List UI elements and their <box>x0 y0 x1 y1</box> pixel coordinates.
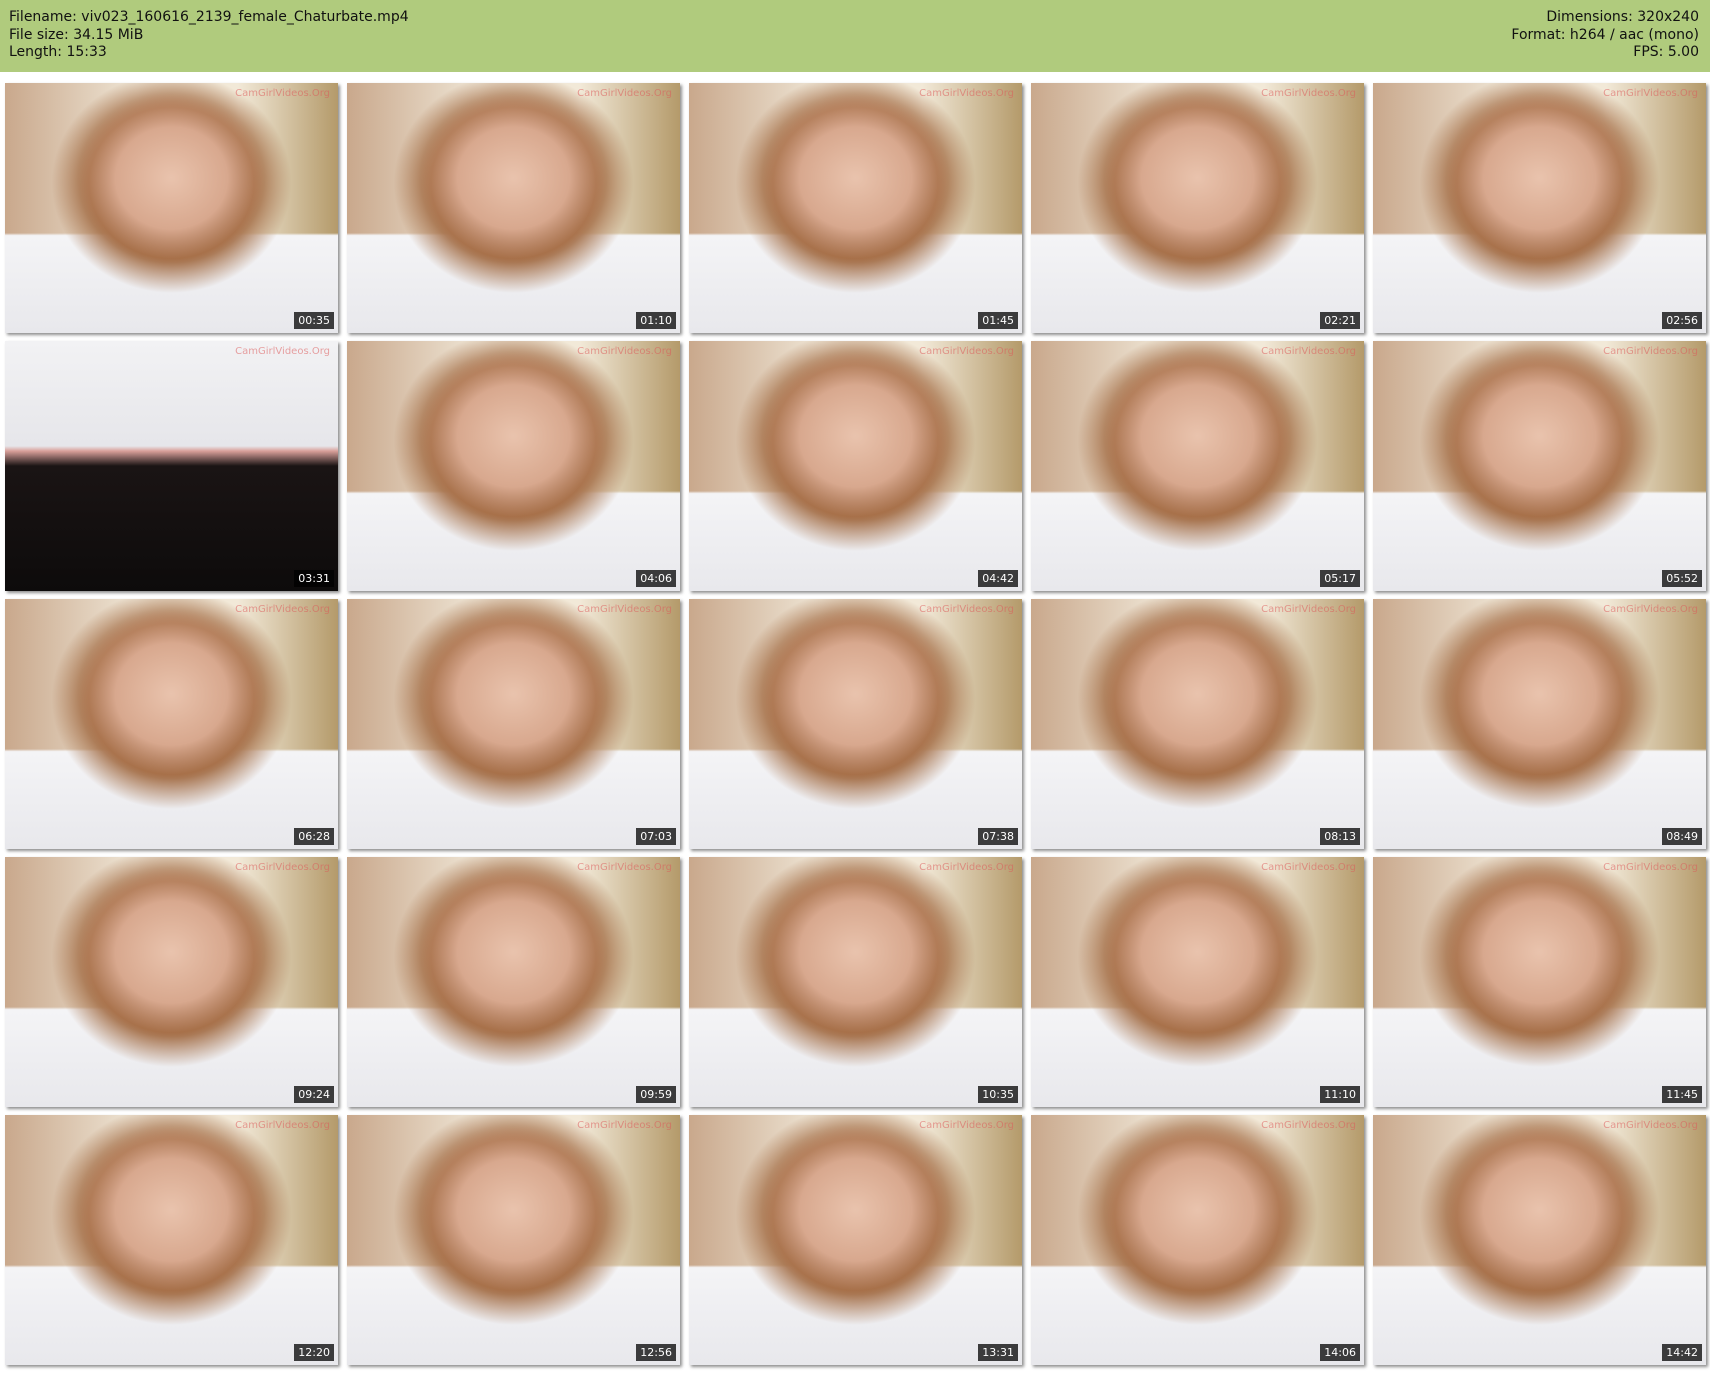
watermark-text: CamGirlVideos.Org <box>1261 88 1356 99</box>
timestamp-label: 11:10 <box>1320 1086 1360 1103</box>
length-text: Length: 15:33 <box>9 44 107 60</box>
watermark-text: CamGirlVideos.Org <box>235 1120 330 1131</box>
timestamp-label: 14:42 <box>1662 1344 1702 1361</box>
dimensions-text: Dimensions: 320x240 <box>1546 9 1699 25</box>
video-thumbnail[interactable]: CamGirlVideos.Org 09:59 <box>347 857 680 1107</box>
video-thumbnail[interactable]: CamGirlVideos.Org 12:56 <box>347 1115 680 1365</box>
watermark-text: CamGirlVideos.Org <box>919 862 1014 873</box>
video-thumbnail[interactable]: CamGirlVideos.Org 08:49 <box>1373 599 1706 849</box>
watermark-text: CamGirlVideos.Org <box>919 1120 1014 1131</box>
watermark-text: CamGirlVideos.Org <box>1603 1120 1698 1131</box>
video-thumbnail[interactable]: CamGirlVideos.Org 10:35 <box>689 857 1022 1107</box>
timestamp-label: 00:35 <box>294 312 334 329</box>
watermark-text: CamGirlVideos.Org <box>1603 88 1698 99</box>
timestamp-label: 01:10 <box>636 312 676 329</box>
video-thumbnail[interactable]: CamGirlVideos.Org 01:10 <box>347 83 680 333</box>
video-thumbnail[interactable]: CamGirlVideos.Org 14:42 <box>1373 1115 1706 1365</box>
watermark-text: CamGirlVideos.Org <box>1261 862 1356 873</box>
timestamp-label: 10:35 <box>978 1086 1018 1103</box>
timestamp-label: 11:45 <box>1662 1086 1702 1103</box>
watermark-text: CamGirlVideos.Org <box>235 862 330 873</box>
video-thumbnail[interactable]: CamGirlVideos.Org 00:35 <box>5 83 338 333</box>
timestamp-label: 08:49 <box>1662 828 1702 845</box>
file-info-left: Filename: viv023_160616_2139_female_Chat… <box>9 9 409 62</box>
video-thumbnail[interactable]: CamGirlVideos.Org 11:45 <box>1373 857 1706 1107</box>
file-info-right: Dimensions: 320x240 Format: h264 / aac (… <box>1511 9 1699 62</box>
timestamp-label: 01:45 <box>978 312 1018 329</box>
video-thumbnail[interactable]: CamGirlVideos.Org 08:13 <box>1031 599 1364 849</box>
watermark-text: CamGirlVideos.Org <box>1603 346 1698 357</box>
fps-text: FPS: 5.00 <box>1633 44 1699 60</box>
timestamp-label: 12:20 <box>294 1344 334 1361</box>
watermark-text: CamGirlVideos.Org <box>235 346 330 357</box>
timestamp-label: 05:17 <box>1320 570 1360 587</box>
video-thumbnail[interactable]: CamGirlVideos.Org 04:42 <box>689 341 1022 591</box>
timestamp-label: 14:06 <box>1320 1344 1360 1361</box>
video-thumbnail[interactable]: CamGirlVideos.Org 06:28 <box>5 599 338 849</box>
video-thumbnail[interactable]: CamGirlVideos.Org 02:56 <box>1373 83 1706 333</box>
video-thumbnail[interactable]: CamGirlVideos.Org 11:10 <box>1031 857 1364 1107</box>
timestamp-label: 09:24 <box>294 1086 334 1103</box>
watermark-text: CamGirlVideos.Org <box>235 604 330 615</box>
watermark-text: CamGirlVideos.Org <box>577 862 672 873</box>
watermark-text: CamGirlVideos.Org <box>577 1120 672 1131</box>
timestamp-label: 13:31 <box>978 1344 1018 1361</box>
format-text: Format: h264 / aac (mono) <box>1511 26 1699 43</box>
watermark-text: CamGirlVideos.Org <box>1603 862 1698 873</box>
watermark-text: CamGirlVideos.Org <box>235 88 330 99</box>
timestamp-label: 12:56 <box>636 1344 676 1361</box>
watermark-text: CamGirlVideos.Org <box>577 88 672 99</box>
file-size-text: File size: 34.15 MiB <box>9 26 144 43</box>
video-thumbnail[interactable]: CamGirlVideos.Org 14:06 <box>1031 1115 1364 1365</box>
timestamp-label: 08:13 <box>1320 828 1360 845</box>
timestamp-label: 04:42 <box>978 570 1018 587</box>
video-thumbnail[interactable]: CamGirlVideos.Org 05:52 <box>1373 341 1706 591</box>
watermark-text: CamGirlVideos.Org <box>1261 1120 1356 1131</box>
video-thumbnail[interactable]: CamGirlVideos.Org 12:20 <box>5 1115 338 1365</box>
video-thumbnail[interactable]: CamGirlVideos.Org 03:31 <box>5 341 338 591</box>
timestamp-label: 02:21 <box>1320 312 1360 329</box>
filename-text: Filename: viv023_160616_2139_female_Chat… <box>9 9 409 25</box>
watermark-text: CamGirlVideos.Org <box>1261 604 1356 615</box>
watermark-text: CamGirlVideos.Org <box>577 346 672 357</box>
timestamp-label: 07:03 <box>636 828 676 845</box>
timestamp-label: 03:31 <box>294 570 334 587</box>
timestamp-label: 07:38 <box>978 828 1018 845</box>
thumbnail-grid: CamGirlVideos.Org 00:35 CamGirlVideos.Org 0… <box>5 83 1706 1365</box>
watermark-text: CamGirlVideos.Org <box>919 88 1014 99</box>
timestamp-label: 06:28 <box>294 828 334 845</box>
video-thumbnail[interactable]: CamGirlVideos.Org 01:45 <box>689 83 1022 333</box>
watermark-text: CamGirlVideos.Org <box>577 604 672 615</box>
timestamp-label: 05:52 <box>1662 570 1702 587</box>
info-header: Filename: viv023_160616_2139_female_Chat… <box>0 0 1710 72</box>
watermark-text: CamGirlVideos.Org <box>1603 604 1698 615</box>
watermark-text: CamGirlVideos.Org <box>919 604 1014 615</box>
timestamp-label: 04:06 <box>636 570 676 587</box>
video-thumbnail[interactable]: CamGirlVideos.Org 02:21 <box>1031 83 1364 333</box>
watermark-text: CamGirlVideos.Org <box>1261 346 1356 357</box>
video-thumbnail[interactable]: CamGirlVideos.Org 13:31 <box>689 1115 1022 1365</box>
watermark-text: CamGirlVideos.Org <box>919 346 1014 357</box>
video-thumbnail[interactable]: CamGirlVideos.Org 07:38 <box>689 599 1022 849</box>
video-thumbnail[interactable]: CamGirlVideos.Org 07:03 <box>347 599 680 849</box>
video-thumbnail[interactable]: CamGirlVideos.Org 04:06 <box>347 341 680 591</box>
timestamp-label: 02:56 <box>1662 312 1702 329</box>
timestamp-label: 09:59 <box>636 1086 676 1103</box>
video-thumbnail[interactable]: CamGirlVideos.Org 09:24 <box>5 857 338 1107</box>
video-thumbnail[interactable]: CamGirlVideos.Org 05:17 <box>1031 341 1364 591</box>
